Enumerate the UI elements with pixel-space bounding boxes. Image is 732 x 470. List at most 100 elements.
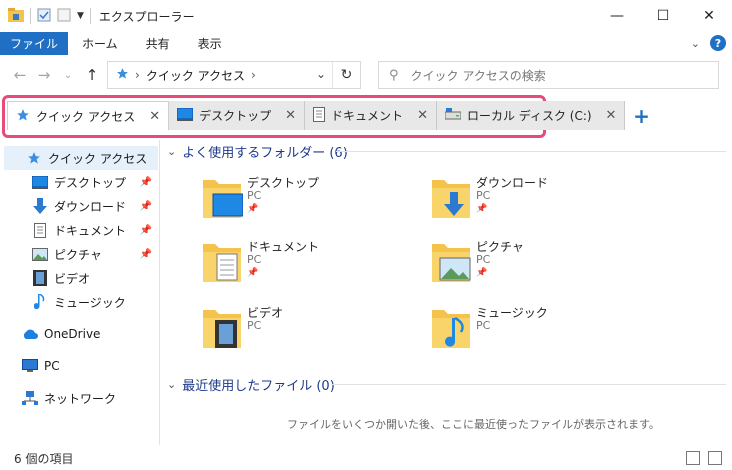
group-header-frequent-folders[interactable]: ⌄ よく使用するフォルダー (6) xyxy=(167,142,348,161)
large-icons-view-icon[interactable] xyxy=(708,451,722,465)
status-bar: 6 個の項目 xyxy=(0,447,732,470)
download-folder-icon xyxy=(432,180,470,218)
navigation-bar: ← → ⌄ ↑ › クイック アクセス › ⌄ ↻ ⚲ クイック アクセスの検索 xyxy=(0,55,732,95)
sidebar-item-label: ネットワーク xyxy=(44,391,117,406)
sidebar-item-label: ドキュメント xyxy=(54,223,127,238)
sidebar-item-label: デスクトップ xyxy=(54,175,127,190)
music-folder-icon xyxy=(432,310,470,348)
view-toggle xyxy=(686,451,722,465)
quick-access-toolbar: ▼ xyxy=(0,0,91,32)
star-icon xyxy=(16,108,30,125)
maximize-button[interactable]: ☐ xyxy=(640,0,686,32)
minimize-button[interactable]: — xyxy=(594,0,640,32)
breadcrumb-quick-access[interactable]: クイック アクセス xyxy=(146,67,245,84)
document-folder-icon xyxy=(203,244,241,282)
up-button[interactable]: ↑ xyxy=(80,66,104,84)
sidebar-item-label: PC xyxy=(44,359,60,373)
new-tab-button[interactable]: + xyxy=(625,101,657,130)
folder-item-desktop[interactable]: デスクトップ PC 📌 xyxy=(201,174,411,228)
ribbon-right: ⌄ ? xyxy=(691,35,726,51)
forward-button[interactable]: → xyxy=(32,66,56,84)
back-button[interactable]: ← xyxy=(8,66,32,84)
document-icon xyxy=(313,106,326,125)
properties-icon[interactable] xyxy=(37,8,51,25)
picture-icon xyxy=(32,246,48,262)
close-tab-icon[interactable]: ✕ xyxy=(417,108,428,123)
folder-location: PC xyxy=(476,319,491,332)
collapse-chevron-icon[interactable]: ⌄ xyxy=(167,378,176,391)
address-dropdown-icon[interactable]: ⌄ xyxy=(316,67,326,81)
new-folder-icon[interactable] xyxy=(57,8,71,25)
folder-location: PC xyxy=(247,253,262,266)
ribbon-tab-view[interactable]: 表示 xyxy=(184,32,236,55)
document-icon xyxy=(32,222,48,238)
expand-ribbon-icon[interactable]: ⌄ xyxy=(691,37,700,50)
explorer-app-icon xyxy=(8,7,24,25)
tab-label: デスクトップ xyxy=(199,109,272,123)
sidebar-item-documents[interactable]: ドキュメント 📌 xyxy=(0,218,158,242)
network-icon xyxy=(22,390,38,406)
ribbon-tab-file[interactable]: ファイル xyxy=(0,32,69,55)
close-tab-icon[interactable]: ✕ xyxy=(149,109,160,124)
folder-item-documents[interactable]: ドキュメント PC 📌 xyxy=(201,238,411,292)
breadcrumb-separator: › xyxy=(251,68,256,82)
window-title: エクスプローラー xyxy=(98,9,195,24)
group-title: よく使用するフォルダー (6) xyxy=(182,146,348,161)
sidebar-item-quick-access[interactable]: クイック アクセス xyxy=(4,146,158,170)
close-tab-icon[interactable]: ✕ xyxy=(285,108,296,123)
pin-icon: 📌 xyxy=(139,176,152,188)
sidebar-item-downloads[interactable]: ダウンロード 📌 xyxy=(0,194,158,218)
recent-locations-button[interactable]: ⌄ xyxy=(56,70,80,81)
folder-item-videos[interactable]: ビデオ PC xyxy=(201,304,411,358)
tab-local-disk[interactable]: ローカル ディスク (C:) ✕ xyxy=(436,101,626,130)
picture-folder-icon xyxy=(432,244,471,282)
search-placeholder: クイック アクセスの検索 xyxy=(410,68,546,83)
ribbon-tab-home[interactable]: ホーム xyxy=(68,32,132,55)
ribbon-tab-share[interactable]: 共有 xyxy=(132,32,184,55)
sidebar-item-network[interactable]: ネットワーク xyxy=(0,386,158,410)
sidebar-item-music[interactable]: ミュージック xyxy=(0,290,158,314)
navigation-pane: クイック アクセス デスクトップ 📌 ダウンロード 📌 ドキュメント 📌 ピクチ… xyxy=(0,140,160,445)
tab-label: ドキュメント xyxy=(331,109,404,123)
sidebar-item-label: クイック アクセス xyxy=(48,151,148,166)
sidebar-item-onedrive[interactable]: OneDrive xyxy=(0,322,158,346)
search-box[interactable]: ⚲ クイック アクセスの検索 xyxy=(378,61,719,89)
tab-quick-access[interactable]: クイック アクセス ✕ xyxy=(7,101,170,130)
star-icon xyxy=(26,150,42,166)
address-bar[interactable]: › クイック アクセス › ⌄ ↻ xyxy=(107,61,361,89)
refresh-button[interactable]: ↻ xyxy=(332,62,360,88)
video-folder-icon xyxy=(203,310,241,348)
pin-icon: 📌 xyxy=(139,248,152,260)
close-tab-icon[interactable]: ✕ xyxy=(606,108,617,123)
star-icon xyxy=(116,67,129,83)
help-icon[interactable]: ? xyxy=(710,35,726,51)
tab-documents[interactable]: ドキュメント ✕ xyxy=(305,101,437,130)
download-icon xyxy=(32,198,48,214)
drive-icon xyxy=(444,108,462,123)
folder-item-music[interactable]: ミュージック PC xyxy=(430,304,640,358)
sidebar-item-desktop[interactable]: デスクトップ 📌 xyxy=(0,170,158,194)
search-icon: ⚲ xyxy=(389,67,399,83)
sidebar-item-pc[interactable]: PC xyxy=(0,354,158,378)
pin-icon: 📌 xyxy=(139,200,152,212)
group-header-recent-files[interactable]: ⌄ 最近使用したファイル (0) xyxy=(167,375,335,394)
folder-location: PC xyxy=(247,319,262,332)
tab-desktop[interactable]: デスクトップ ✕ xyxy=(169,101,306,130)
video-icon xyxy=(32,270,48,286)
folder-item-pictures[interactable]: ピクチャ PC 📌 xyxy=(430,238,640,292)
customize-toolbar-icon[interactable]: ▼ xyxy=(77,11,84,21)
desktop-icon xyxy=(176,107,194,124)
sidebar-item-label: OneDrive xyxy=(44,327,101,341)
folder-item-downloads[interactable]: ダウンロード PC 📌 xyxy=(430,174,640,228)
desktop-folder-icon xyxy=(203,180,243,218)
close-button[interactable]: ✕ xyxy=(686,0,732,32)
title-bar: ▼ エクスプローラー — ☐ ✕ xyxy=(0,0,732,32)
sidebar-item-label: ビデオ xyxy=(54,271,91,286)
desktop-icon xyxy=(32,174,48,190)
sidebar-item-videos[interactable]: ビデオ xyxy=(0,266,158,290)
sidebar-item-pictures[interactable]: ピクチャ 📌 xyxy=(0,242,158,266)
pin-icon: 📌 xyxy=(139,224,152,236)
details-view-icon[interactable] xyxy=(686,451,700,465)
ribbon-tabs: ファイル ホーム 共有 表示 ⌄ ? xyxy=(0,32,732,55)
collapse-chevron-icon[interactable]: ⌄ xyxy=(167,145,176,158)
